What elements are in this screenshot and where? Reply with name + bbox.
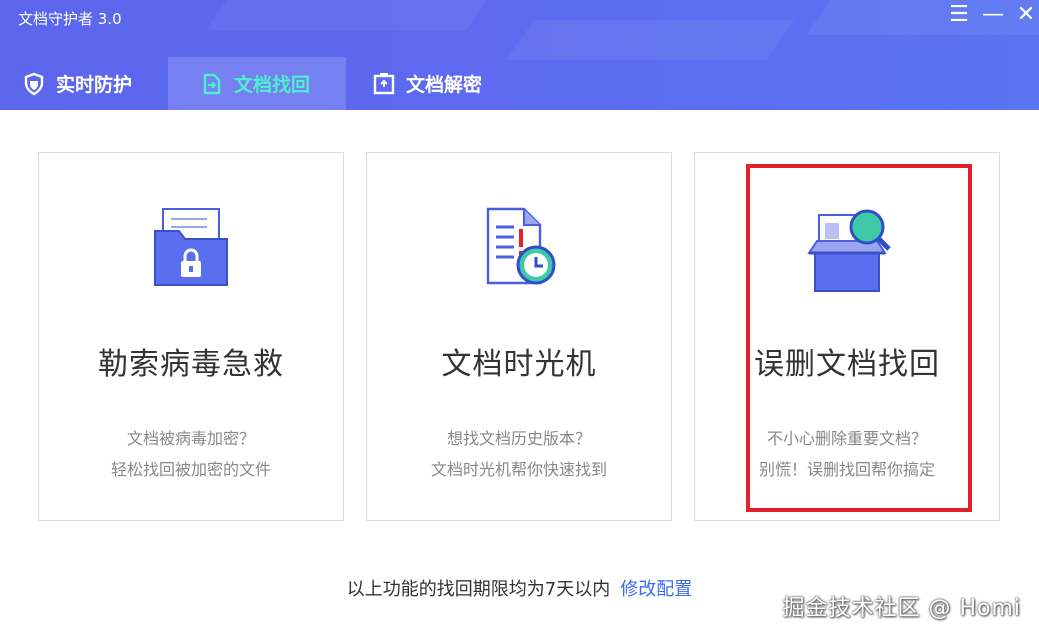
tab-document-decrypt[interactable]: 文档解密 (346, 57, 516, 110)
card-title: 文档时光机 (441, 347, 597, 382)
card-description: 文档时光机帮你快速找到 (430, 460, 607, 479)
tab-realtime-protection[interactable]: 实时防护 (8, 57, 168, 110)
card-title: 误删文档找回 (754, 347, 940, 382)
tab-label: 文档找回 (234, 74, 311, 96)
card-description: 文档被病毒加密？ (126, 429, 255, 448)
card-document-time-machine[interactable]: 文档时光机 想找文档历史版本？ 文档时光机帮你快速找到 (366, 152, 672, 521)
card-description: 别慌！误删找回帮你搞定 (758, 460, 935, 479)
shield-icon (22, 72, 46, 96)
minimize-icon[interactable]: — (980, 2, 1006, 28)
locked-folder-icon (39, 205, 343, 295)
header-decoration (205, 0, 495, 30)
card-ransomware-rescue[interactable]: 勒索病毒急救 文档被病毒加密？ 轻松找回被加密的文件 (38, 152, 344, 521)
card-description: 想找文档历史版本？ (446, 429, 591, 448)
box-search-icon (695, 205, 999, 295)
watermark: 掘金技术社区 @ Homi (782, 596, 1021, 621)
card-description: 轻松找回被加密的文件 (110, 460, 271, 479)
title-bar: 文档守护者 3.0 ☰ — ✕ 实时防护 文档找回 文档解密 (0, 0, 1039, 110)
card-title: 勒索病毒急救 (98, 347, 284, 382)
card-deleted-document-recovery[interactable]: 误删文档找回 不小心删除重要文档？ 别慌！误删找回帮你搞定 (694, 152, 1000, 521)
modify-config-link[interactable]: 修改配置 (620, 579, 692, 600)
footer-text: 以上功能的找回期限均为7天以内 (346, 579, 611, 600)
menu-icon[interactable]: ☰ (946, 2, 972, 28)
header-decoration (505, 20, 795, 60)
document-recover-icon (200, 72, 224, 96)
tab-document-recover[interactable]: 文档找回 (168, 57, 346, 110)
card-description: 不小心删除重要文档？ (766, 429, 927, 448)
document-clock-icon (367, 205, 671, 295)
tab-label: 实时防护 (56, 74, 133, 96)
tab-label: 文档解密 (406, 74, 483, 96)
document-decrypt-icon (372, 72, 396, 96)
app-title: 文档守护者 3.0 (18, 10, 122, 28)
close-icon[interactable]: ✕ (1013, 2, 1039, 28)
